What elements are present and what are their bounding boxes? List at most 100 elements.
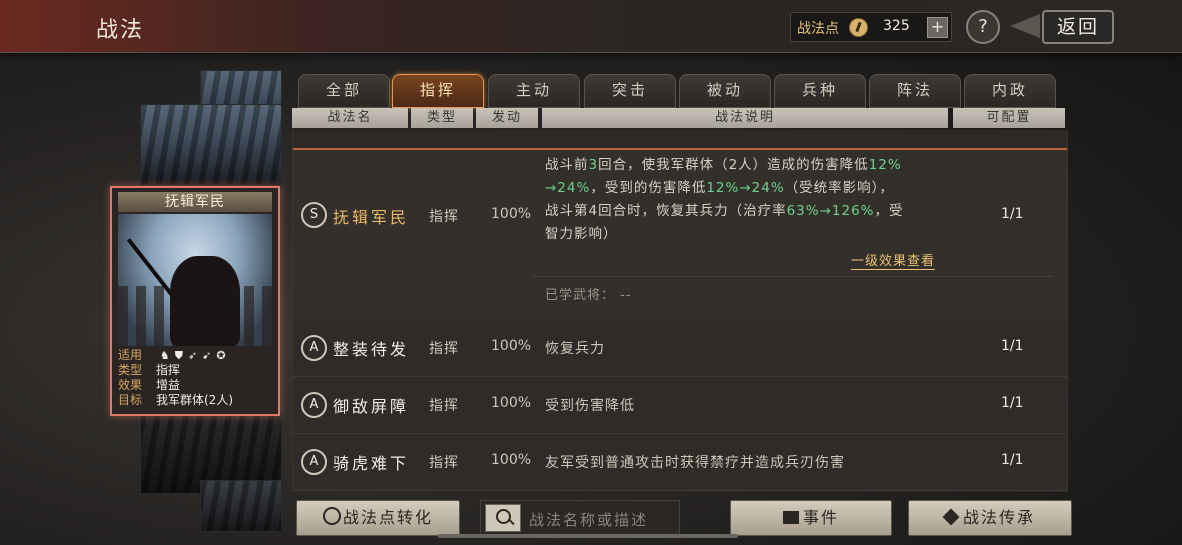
help-button[interactable]: ? bbox=[966, 10, 1000, 44]
search-icon[interactable] bbox=[485, 504, 521, 532]
convert-points-label: 战法点转化 bbox=[342, 508, 433, 527]
back-label: 返回 bbox=[1042, 10, 1114, 44]
tactic-name: 整装待发 bbox=[333, 340, 410, 359]
event-button[interactable]: 事件 bbox=[730, 500, 892, 536]
convert-points-button[interactable]: 战法点转化 bbox=[296, 500, 460, 536]
level-effect-link[interactable]: 一级效果查看 bbox=[851, 250, 936, 270]
warrior-art bbox=[170, 256, 240, 346]
description-segment: ，受到的伤害降低 bbox=[590, 180, 707, 196]
tactic-row-expanded[interactable]: S 抚辑军民 指挥 100% 战斗前3回合，使我军群体（2人）造成的伤害降低12… bbox=[293, 148, 1067, 322]
search-box[interactable]: 战法名称或描述 bbox=[480, 500, 680, 536]
column-header-type[interactable]: 类型 bbox=[411, 108, 473, 128]
tactic-point-icon bbox=[849, 18, 868, 37]
tactic-description: 恢复兵力 bbox=[545, 341, 605, 357]
description-line: 智力影响） bbox=[545, 223, 965, 246]
card-info-value: 指挥 bbox=[156, 363, 181, 377]
divider bbox=[533, 276, 1053, 277]
description-segment: 3 bbox=[588, 157, 599, 173]
tactic-type: 指挥 bbox=[429, 398, 459, 414]
tactic-config-count: 1/1 bbox=[1001, 395, 1024, 411]
tactic-type: 指挥 bbox=[429, 209, 459, 225]
tactic-row[interactable]: A 整装待发 指挥 100% 恢复兵力 1/1 bbox=[293, 320, 1067, 377]
card-info-key: 目标 bbox=[118, 393, 143, 407]
tactic-name: 抚辑军民 bbox=[333, 208, 410, 227]
column-header-description: 战法说明 bbox=[542, 108, 948, 128]
tactic-config-count: 1/1 bbox=[1001, 338, 1024, 354]
grade-badge: A bbox=[301, 392, 327, 418]
wheel-icon: ✪ bbox=[216, 349, 231, 362]
back-button[interactable]: 返回 bbox=[1010, 8, 1114, 44]
tactic-rate: 100% bbox=[491, 452, 532, 468]
tactic-list[interactable]: S 抚辑军民 指挥 100% 战斗前3回合，使我军群体（2人）造成的伤害降低12… bbox=[292, 130, 1068, 492]
learned-generals: 已学武将： -- bbox=[545, 284, 632, 303]
tactic-name: 骑虎难下 bbox=[333, 454, 410, 473]
troop-type-icons: ♞⛊➶➹✪ bbox=[160, 348, 231, 363]
tactic-description: 受到伤害降低 bbox=[545, 398, 635, 414]
column-header-rate[interactable]: 发动 bbox=[476, 108, 538, 128]
tactic-points-display: 战法点 325 + bbox=[790, 12, 952, 42]
grade-badge: A bbox=[301, 335, 327, 361]
spear-icon: ➹ bbox=[202, 349, 217, 362]
description-segment: ，受 bbox=[874, 203, 904, 219]
description-line: →24%，受到的伤害降低12%→24%（受统率影响）， bbox=[545, 177, 965, 200]
tab-assault[interactable]: 突击 bbox=[584, 74, 676, 108]
top-bar: 战法 战法点 325 + ? 返回 bbox=[0, 0, 1182, 53]
tactic-name: 御敌屏障 bbox=[333, 397, 410, 416]
tab-command[interactable]: 指挥 bbox=[392, 74, 484, 108]
event-label: 事件 bbox=[802, 508, 839, 527]
tab-all[interactable]: 全部 bbox=[298, 74, 390, 108]
event-icon bbox=[782, 511, 799, 524]
column-header-config[interactable]: 可配置 bbox=[953, 108, 1065, 128]
card-info-key: 类型 bbox=[118, 363, 143, 377]
description-segment: 战斗前 bbox=[545, 157, 589, 173]
description-segment: 回合，使我军群体（2人）造成的伤害降低 bbox=[598, 157, 869, 173]
add-points-button[interactable]: + bbox=[927, 17, 948, 38]
tab-passive[interactable]: 被动 bbox=[679, 74, 771, 108]
learned-label: 已学武将： bbox=[545, 288, 616, 303]
card-info-key: 适用 bbox=[118, 348, 143, 362]
hammer-icon bbox=[942, 508, 960, 526]
tab-troop[interactable]: 兵种 bbox=[774, 74, 866, 108]
scrollbar[interactable] bbox=[438, 534, 738, 538]
description-segment: 战斗第4回合时，恢复其兵力（治疗率 bbox=[545, 203, 787, 219]
tactic-card: 抚辑军民 适用 ♞⛊➶➹✪ 类型 指挥 效果 增益 目标 我军群体(2人) bbox=[110, 186, 280, 416]
card-info: 适用 ♞⛊➶➹✪ 类型 指挥 效果 增益 目标 我军群体(2人) bbox=[118, 348, 272, 408]
tab-active[interactable]: 主动 bbox=[488, 74, 580, 108]
tactic-points-value: 325 bbox=[883, 18, 910, 34]
bow-icon: ➶ bbox=[187, 349, 203, 362]
art-strip bbox=[200, 480, 282, 532]
description-segment: 智力影响） bbox=[545, 226, 618, 242]
description-segment: 63%→126% bbox=[786, 203, 875, 219]
tactic-point-icon bbox=[322, 507, 341, 525]
card-illustration bbox=[118, 214, 272, 346]
page-title: 战法 bbox=[96, 18, 145, 43]
back-arrow-icon bbox=[1010, 14, 1040, 38]
card-info-row: 目标 我军群体(2人) bbox=[118, 393, 272, 408]
tactic-rate: 100% bbox=[491, 395, 532, 411]
tactic-type: 指挥 bbox=[429, 341, 459, 357]
tactic-type: 指挥 bbox=[429, 455, 459, 471]
shield-icon: ⛊ bbox=[174, 349, 188, 362]
grade-badge: A bbox=[301, 449, 327, 475]
grade-badge: S bbox=[301, 202, 327, 228]
description-segment: （受统率影响）， bbox=[784, 180, 894, 196]
card-info-value: 我军群体(2人) bbox=[156, 393, 233, 407]
tactic-row[interactable]: A 骑虎难下 指挥 100% 友军受到普通攻击时获得禁疗并造成兵刃伤害 1/1 bbox=[293, 434, 1067, 491]
search-input[interactable]: 战法名称或描述 bbox=[529, 509, 648, 530]
inherit-label: 战法传承 bbox=[962, 508, 1035, 527]
tactic-row[interactable]: A 御敌屏障 指挥 100% 受到伤害降低 1/1 bbox=[293, 377, 1067, 434]
tab-formation[interactable]: 阵法 bbox=[869, 74, 961, 108]
description-segment: 12% bbox=[868, 157, 902, 173]
column-header-name[interactable]: 战法名 bbox=[292, 108, 408, 128]
description-line: 战斗第4回合时，恢复其兵力（治疗率63%→126%，受 bbox=[545, 200, 965, 223]
learned-value: -- bbox=[620, 288, 632, 303]
card-info-row: 类型 指挥 bbox=[118, 363, 272, 378]
tab-internal[interactable]: 内政 bbox=[964, 74, 1056, 108]
description-line: 战斗前3回合，使我军群体（2人）造成的伤害降低12% bbox=[545, 154, 965, 177]
description-segment: 12%→24% bbox=[706, 180, 785, 196]
tactic-rate: 100% bbox=[491, 206, 532, 222]
tactic-config-count: 1/1 bbox=[1001, 206, 1024, 222]
tactic-description: 战斗前3回合，使我军群体（2人）造成的伤害降低12% →24%，受到的伤害降低12… bbox=[545, 154, 965, 246]
inherit-button[interactable]: 战法传承 bbox=[908, 500, 1072, 536]
card-title: 抚辑军民 bbox=[118, 192, 272, 212]
